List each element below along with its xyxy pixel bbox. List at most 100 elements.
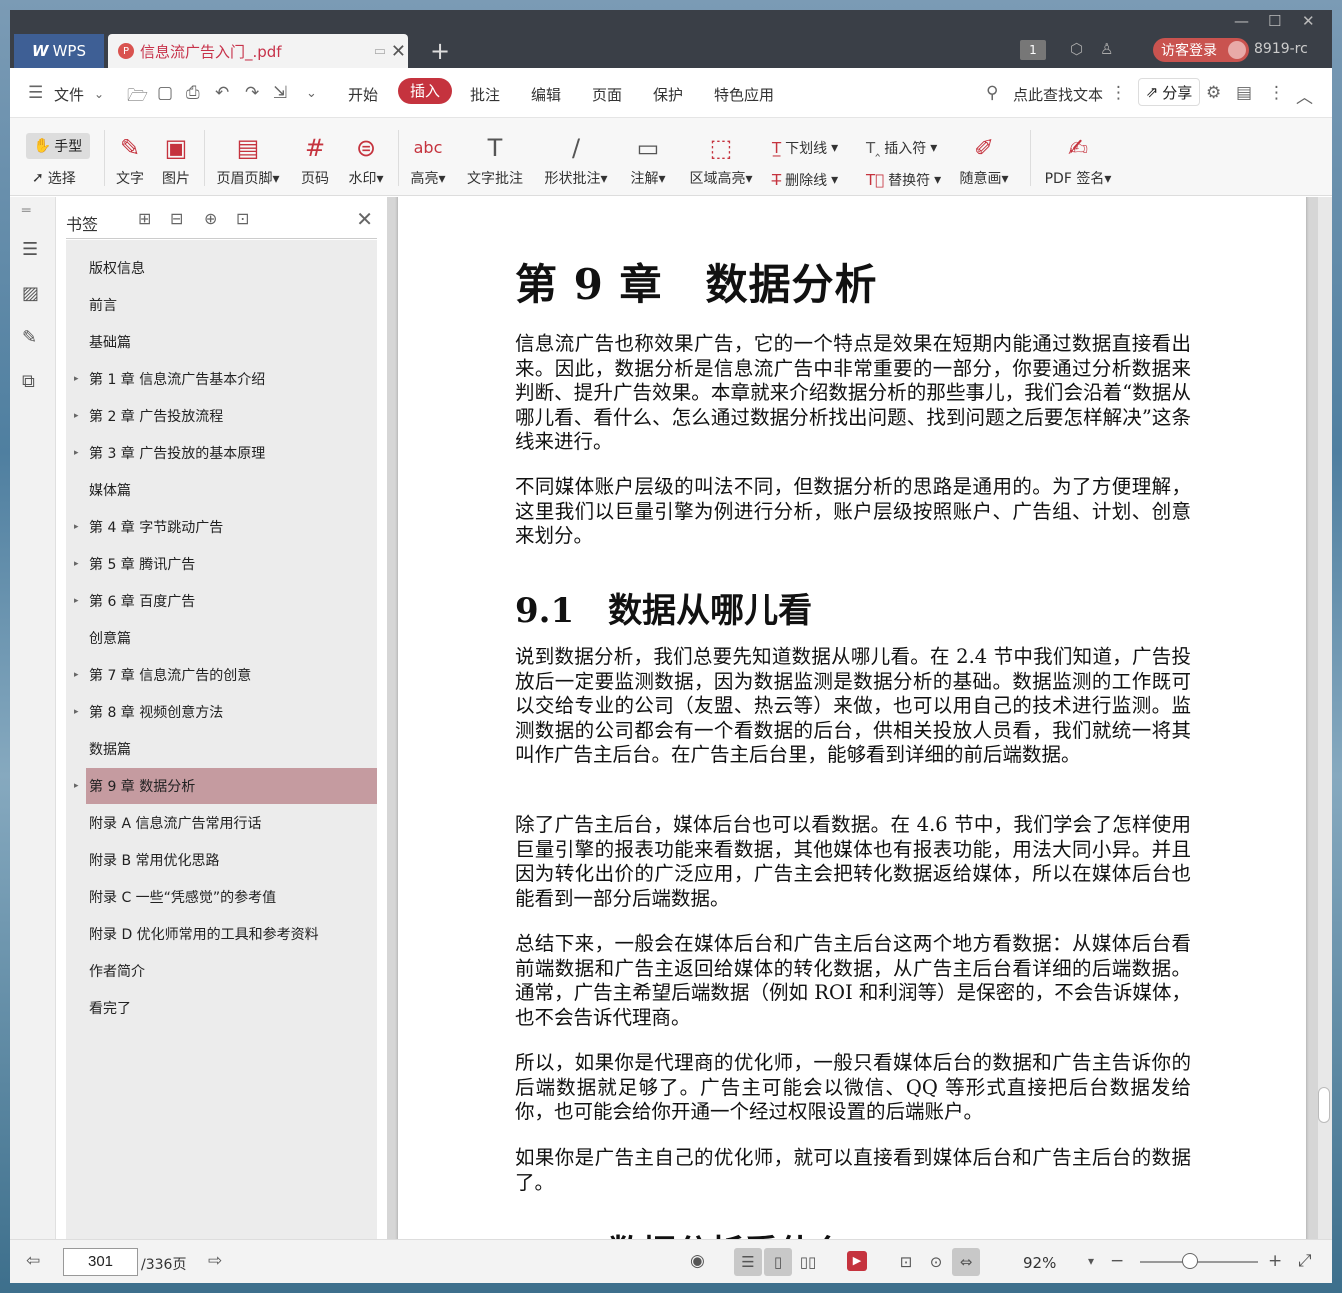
bookmark-item[interactable]: 媒体篇 <box>86 472 377 508</box>
shape-comment-button[interactable]: ∕ 形状批注▾ <box>540 132 612 188</box>
bookmark-item[interactable]: ▸ 第 2 章 广告投放流程 <box>74 398 377 434</box>
continuous-view-icon[interactable]: ☰ <box>734 1248 762 1276</box>
collapse-all-icon[interactable]: ⊟ <box>170 209 183 228</box>
chat-icon[interactable]: ▤ <box>1236 83 1252 103</box>
select-tool-button[interactable]: ➚ 选择 <box>32 168 76 188</box>
insert-mark-button[interactable]: T‸ 插入符 ▾ <box>866 138 937 158</box>
new-tab-icon[interactable]: + <box>430 37 450 65</box>
eye-protection-icon[interactable]: ◉ <box>690 1251 705 1271</box>
page-number-input[interactable]: 301 <box>63 1248 138 1276</box>
search-icon[interactable]: ⚲ <box>986 83 998 103</box>
expand-arrow-icon[interactable]: ▸ <box>74 781 79 791</box>
file-menu[interactable]: 文件 <box>54 84 84 105</box>
document-tab[interactable]: P 信息流广告入门_.pdf ▭ ✕ <box>108 34 408 68</box>
zoom-level[interactable]: 92% <box>1023 1254 1056 1272</box>
expand-arrow-icon[interactable]: ▸ <box>74 374 79 384</box>
close-window-icon[interactable]: ✕ <box>1302 12 1315 30</box>
next-page-icon[interactable]: ⇨ <box>208 1251 222 1271</box>
bookmark-item[interactable]: ▸ 第 1 章 信息流广告基本介绍 <box>74 361 377 397</box>
zoom-slider-handle[interactable] <box>1182 1253 1198 1269</box>
redo-icon[interactable]: ↷ <box>245 83 259 103</box>
bookmark-item[interactable]: ▸ 第 5 章 腾讯广告 <box>74 546 377 582</box>
previous-page-icon[interactable]: ⇦ <box>26 1251 40 1271</box>
pdf-sign-button[interactable]: ✍ PDF 签名▾ <box>1040 132 1116 188</box>
save-icon[interactable]: ▢ <box>157 83 173 103</box>
header-footer-button[interactable]: ▤ 页眉页脚▾ <box>210 132 286 188</box>
drag-handle-icon[interactable]: ═ <box>22 203 30 219</box>
bookmark-item[interactable]: ▸ 第 9 章 数据分析 <box>74 768 377 804</box>
print-icon[interactable]: ⎙ <box>186 83 200 103</box>
expand-arrow-icon[interactable]: ▸ <box>74 448 79 458</box>
watermark-button[interactable]: ⊜ 水印▾ <box>344 132 388 188</box>
gear-icon[interactable]: ⚙ <box>1206 83 1221 103</box>
bookmark-item[interactable]: 前言 <box>86 287 377 323</box>
note-button[interactable]: ▭ 注解▾ <box>626 132 670 188</box>
zoom-dropdown-icon[interactable]: ▾ <box>1088 1254 1094 1268</box>
text-comment-button[interactable]: T 文字批注 <box>464 132 526 188</box>
annotation-icon[interactable]: ✎ <box>22 327 37 348</box>
bookmark-item[interactable]: ▸ 第 6 章 百度广告 <box>74 583 377 619</box>
wps-home-tab[interactable]: W WPS <box>14 34 104 68</box>
hamburger-menu-icon[interactable]: ☰ <box>28 83 43 103</box>
bookmark-item[interactable]: ▸ 第 4 章 字节跳动广告 <box>74 509 377 545</box>
double-page-view-icon[interactable]: ▯▯ <box>794 1248 822 1276</box>
expand-arrow-icon[interactable]: ▸ <box>74 596 79 606</box>
area-highlight-button[interactable]: ⬚ 区域高亮▾ <box>684 132 758 188</box>
fit-width-icon[interactable]: ⇔ <box>952 1248 980 1276</box>
add-bookmark-icon[interactable]: ⊕ <box>204 209 217 228</box>
fit-page-icon[interactable]: ⊙ <box>922 1248 950 1276</box>
bookmark-item[interactable]: 创意篇 <box>86 620 377 656</box>
tab-protect[interactable]: 保护 <box>653 84 683 105</box>
minimize-icon[interactable]: — <box>1234 12 1249 30</box>
search-text-button[interactable]: 点此查找文本 <box>1013 84 1103 105</box>
tab-page[interactable]: 页面 <box>592 84 622 105</box>
expand-arrow-icon[interactable]: ▸ <box>74 559 79 569</box>
more-vertical-icon[interactable]: ⋮ <box>1110 83 1127 103</box>
zoom-out-icon[interactable]: − <box>1110 1251 1124 1271</box>
undo-icon[interactable]: ↶ <box>215 83 229 103</box>
shirt-icon[interactable]: ♙ <box>1100 40 1113 58</box>
strikethrough-button[interactable]: T̶ 删除线 ▾ <box>772 170 838 190</box>
document-viewer[interactable]: 第 9 章 数据分析 信息流广告也称效果广告，它的一个特点是效果在短期内能通过数… <box>387 197 1332 1239</box>
skin-icon[interactable]: ⬡ <box>1070 40 1083 58</box>
expand-arrow-icon[interactable]: ▸ <box>74 522 79 532</box>
window-count-badge[interactable]: 1 <box>1020 40 1046 60</box>
bookmark-item[interactable]: 数据篇 <box>86 731 377 767</box>
scrollbar-thumb[interactable] <box>1318 1087 1330 1123</box>
freehand-button[interactable]: ✐ 随意画▾ <box>954 132 1014 188</box>
bookmark-item[interactable]: 附录 B 常用优化思路 <box>86 842 377 878</box>
maximize-icon[interactable]: ☐ <box>1268 12 1281 30</box>
collapse-ribbon-icon[interactable]: ︿ <box>1296 83 1313 108</box>
fullscreen-icon[interactable]: ⤢ <box>1298 1251 1312 1271</box>
export-icon[interactable]: ⇲ <box>273 83 287 103</box>
bookmark-item[interactable]: ▸ 第 7 章 信息流广告的创意 <box>74 657 377 693</box>
close-tab-icon[interactable]: ✕ <box>391 41 406 62</box>
monitor-icon[interactable]: ▭ <box>374 44 386 59</box>
underline-button[interactable]: T̲ 下划线 ▾ <box>772 138 838 158</box>
zoom-slider[interactable] <box>1140 1261 1258 1263</box>
close-panel-icon[interactable]: ✕ <box>356 207 373 231</box>
play-icon[interactable]: ▶ <box>847 1251 867 1271</box>
expand-arrow-icon[interactable]: ▸ <box>74 670 79 680</box>
visitor-login-button[interactable]: 访客登录 <box>1153 38 1249 62</box>
tab-features[interactable]: 特色应用 <box>714 84 774 105</box>
expand-arrow-icon[interactable]: ▸ <box>74 411 79 421</box>
more-options-icon[interactable]: ⋮ <box>1268 83 1285 103</box>
bookmark-item[interactable]: ▸ 第 3 章 广告投放的基本原理 <box>74 435 377 471</box>
more-quick-icon[interactable]: ⌄ <box>306 86 317 101</box>
expand-arrow-icon[interactable]: ▸ <box>74 707 79 717</box>
page-number-button[interactable]: # 页码 <box>297 132 333 188</box>
actual-size-icon[interactable]: ⊡ <box>892 1248 920 1276</box>
tab-insert[interactable]: 插入 <box>398 78 452 104</box>
highlight-button[interactable]: abc 高亮▾ <box>406 132 450 188</box>
outline-icon[interactable]: ☰ <box>22 239 38 260</box>
bookmark-item[interactable]: 版权信息 <box>86 250 377 286</box>
bookmark-item[interactable]: 附录 A 信息流广告常用行话 <box>86 805 377 841</box>
open-folder-icon[interactable]: 🗁 <box>127 83 148 112</box>
tab-comment[interactable]: 批注 <box>470 84 500 105</box>
bookmark-item[interactable]: 附录 D 优化师常用的工具和参考资料 <box>86 916 377 952</box>
share-button[interactable]: ⇗ 分享 <box>1138 78 1200 106</box>
tab-edit[interactable]: 编辑 <box>531 84 561 105</box>
replace-mark-button[interactable]: T⃝ 替换符 ▾ <box>866 170 941 190</box>
bookmark-item[interactable]: 看完了 <box>86 990 377 1026</box>
